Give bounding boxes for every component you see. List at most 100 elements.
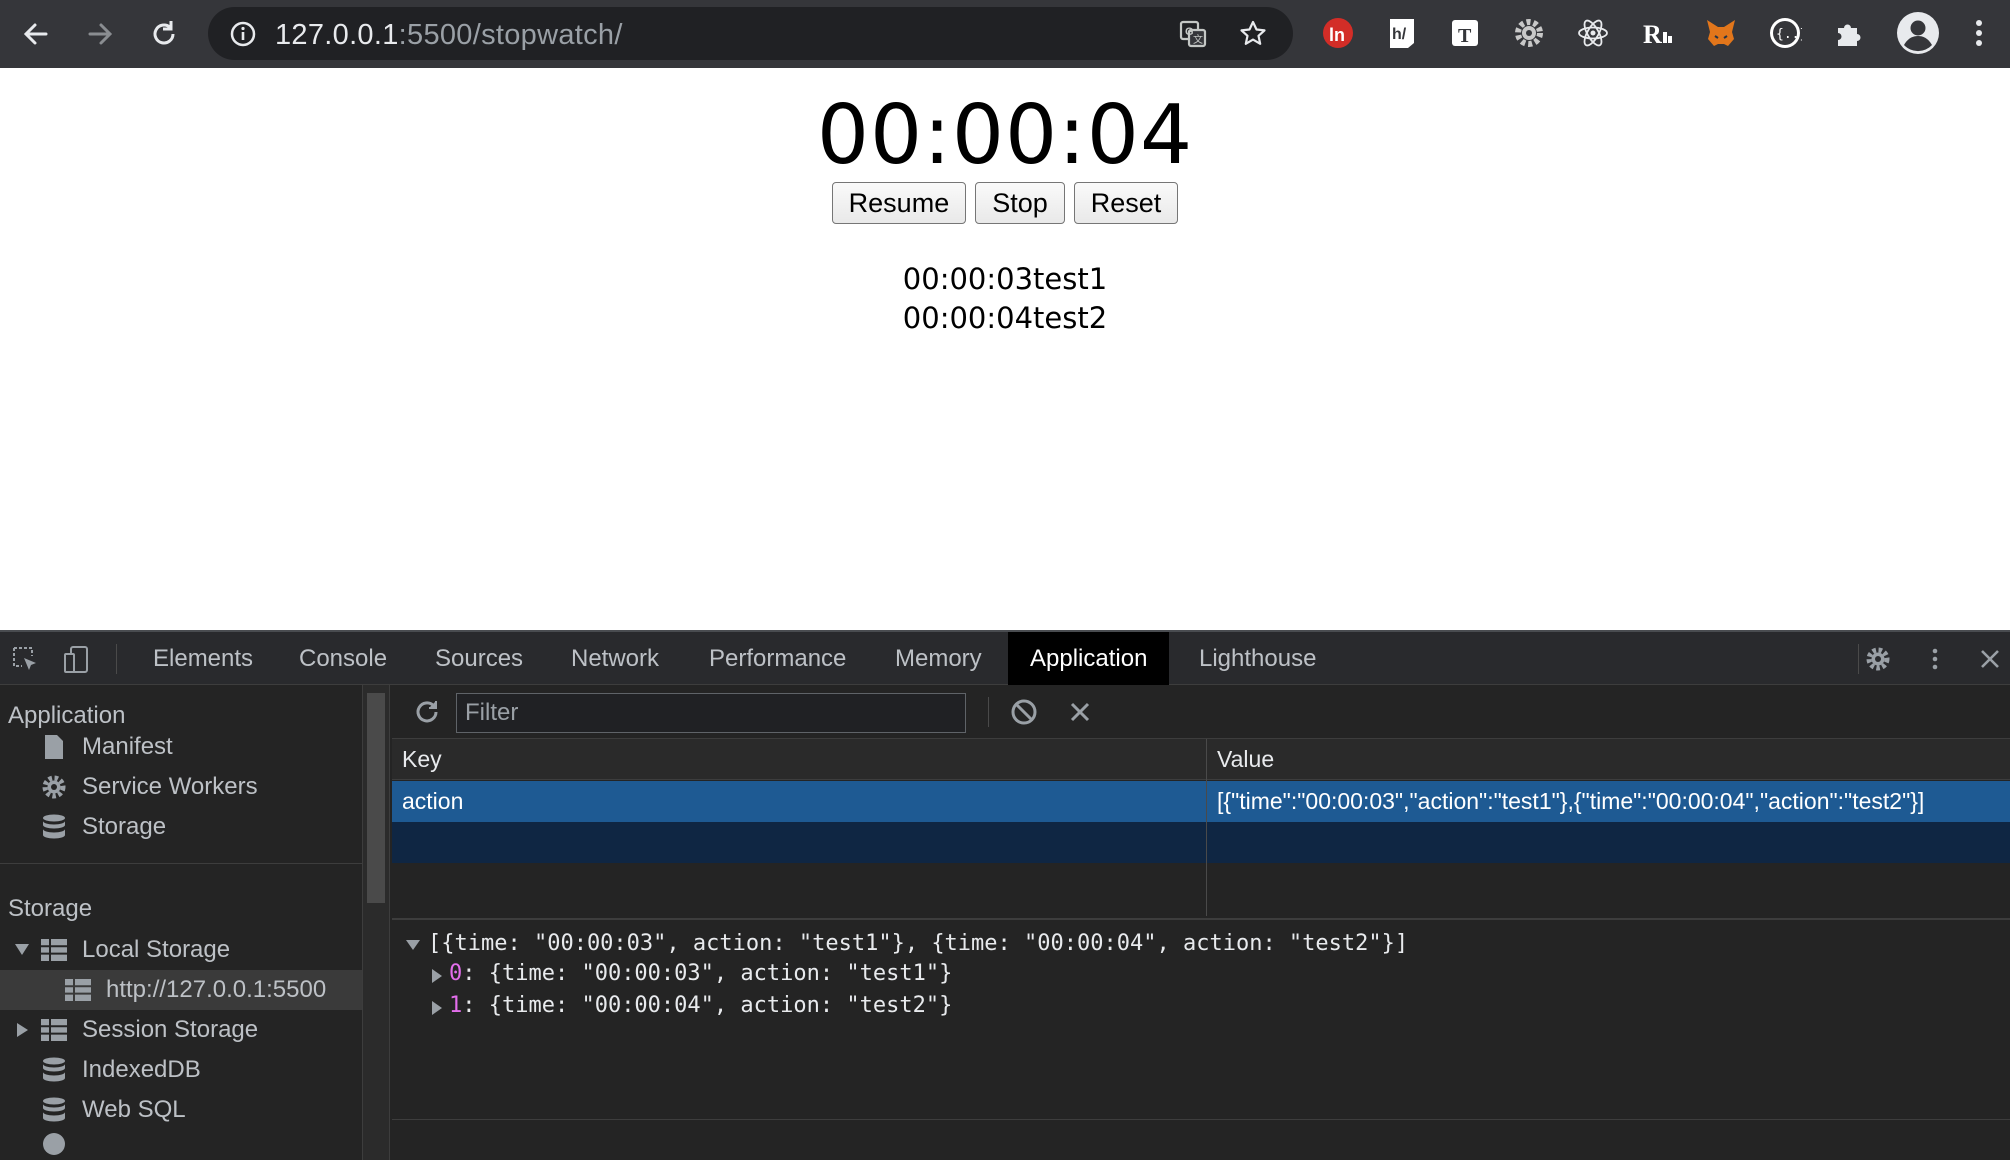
- preview-index: 1: [449, 993, 463, 1018]
- lastpass-icon: ln: [1323, 18, 1353, 48]
- sidebar-item-local-storage[interactable]: Local Storage: [0, 930, 362, 970]
- preview-item[interactable]: 0: {time: "00:00:03", action: "test1"}: [449, 961, 952, 986]
- table-row[interactable]: action [{"time":"00:00:03","action":"tes…: [392, 781, 2010, 822]
- extension-t-icon[interactable]: T: [1448, 16, 1482, 50]
- profile-button[interactable]: [1896, 11, 1940, 55]
- stop-button[interactable]: Stop: [975, 182, 1065, 224]
- table-row-empty[interactable]: [392, 822, 2010, 863]
- svg-text:ln: ln: [1329, 25, 1345, 45]
- extension-gear-icon[interactable]: [1512, 16, 1546, 50]
- clear-all-icon[interactable]: [1009, 697, 1039, 727]
- delete-selected-icon[interactable]: [1065, 697, 1095, 727]
- extension-metamask-icon[interactable]: [1704, 16, 1738, 50]
- extension-hw-icon[interactable]: h/: [1385, 16, 1419, 50]
- svg-text:T: T: [1458, 25, 1472, 47]
- application-sidebar: Application Manifest Service Workers Sto…: [0, 685, 362, 1160]
- device-toolbar-icon[interactable]: [62, 644, 92, 674]
- extension-json-icon[interactable]: {..}: [1768, 16, 1802, 50]
- sidebar-item-label: Storage: [82, 813, 167, 840]
- resume-button[interactable]: Resume: [831, 182, 967, 224]
- sidebar-item-manifest[interactable]: Manifest: [40, 727, 173, 767]
- extension-react-icon[interactable]: [1576, 16, 1610, 50]
- filter-input[interactable]: Filter: [456, 693, 966, 733]
- collapse-arrow-down-icon[interactable]: [406, 940, 420, 951]
- extension-lastpass-icon[interactable]: ln: [1321, 16, 1355, 50]
- tab-sources[interactable]: Sources: [413, 632, 545, 685]
- action-log: 00:00:03test1 00:00:04test2: [0, 260, 2010, 338]
- sidebar-item-session-storage[interactable]: Session Storage: [0, 1010, 362, 1050]
- reset-button[interactable]: Reset: [1073, 182, 1179, 224]
- sidebar-item-cut-off[interactable]: [40, 1130, 82, 1160]
- column-header-key[interactable]: Key: [392, 739, 1206, 780]
- row-value[interactable]: [{"time":"00:00:03","action":"test1"},{"…: [1207, 781, 2010, 822]
- sidebar-scrollbar[interactable]: [362, 685, 390, 1160]
- inspect-element-icon[interactable]: [10, 644, 40, 674]
- react-atom-icon: [1578, 19, 1608, 47]
- log-entry: 00:00:03test1: [902, 262, 1108, 296]
- info-icon[interactable]: [230, 21, 256, 47]
- svg-text:h/: h/: [1392, 26, 1407, 43]
- tab-performance[interactable]: Performance: [687, 632, 868, 685]
- row-key[interactable]: action: [392, 781, 1206, 822]
- forward-button[interactable]: [80, 14, 120, 54]
- cog-icon: [1515, 19, 1543, 47]
- close-devtools-icon[interactable]: [1975, 644, 2005, 674]
- storage-toolbar: Filter: [392, 685, 2010, 739]
- preview-index: 0: [449, 961, 463, 986]
- extensions-button[interactable]: [1832, 16, 1866, 50]
- scrollbar-thumb[interactable]: [367, 693, 385, 903]
- preview-summary[interactable]: [{time: "00:00:03", action: "test1"}, {t…: [428, 931, 1408, 956]
- column-header-value[interactable]: Value: [1207, 739, 2010, 780]
- browser-toolbar: 127.0.0.1:5500/stopwatch/ G文 ln h/ T R {…: [0, 0, 2010, 68]
- tab-elements[interactable]: Elements: [131, 632, 275, 685]
- tab-console[interactable]: Console: [277, 632, 409, 685]
- t-letter-icon: T: [1452, 20, 1478, 47]
- section-header-storage: Storage: [8, 895, 93, 922]
- sidebar-item-local-origin[interactable]: http://127.0.0.1:5500: [0, 970, 362, 1010]
- preview-item[interactable]: 1: {time: "00:00:04", action: "test2"}: [449, 993, 952, 1018]
- database-icon: [40, 1096, 68, 1124]
- gear-icon: [40, 773, 68, 801]
- sidebar-item-service-workers[interactable]: Service Workers: [40, 767, 258, 807]
- expand-arrow-right-icon[interactable]: [432, 969, 443, 983]
- chrome-menu-button[interactable]: [1962, 16, 1996, 50]
- sidebar-item-label: IndexedDB: [82, 1056, 201, 1083]
- tab-network[interactable]: Network: [549, 632, 681, 685]
- panel-divider: [392, 1119, 2010, 1120]
- url-path: :5500/stopwatch/: [398, 19, 623, 51]
- sidebar-item-storage[interactable]: Storage: [40, 807, 166, 847]
- expand-arrow-right-icon[interactable]: [432, 1001, 443, 1015]
- tab-application[interactable]: Application: [1008, 632, 1170, 685]
- back-button[interactable]: [16, 14, 56, 54]
- puzzle-icon: [1838, 24, 1861, 46]
- sidebar-item-label: Service Workers: [82, 773, 258, 800]
- reload-button[interactable]: [144, 14, 184, 54]
- redux-r-icon: R: [1643, 20, 1672, 49]
- translate-icon[interactable]: G文: [1178, 19, 1208, 49]
- settings-gear-icon[interactable]: [1863, 644, 1893, 674]
- url-text[interactable]: 127.0.0.1:5500/stopwatch/: [275, 19, 623, 52]
- expand-arrow-down-icon[interactable]: [15, 944, 29, 956]
- address-bar[interactable]: 127.0.0.1:5500/stopwatch/ G文: [208, 7, 1293, 60]
- tab-lighthouse[interactable]: Lighthouse: [1177, 632, 1338, 685]
- refresh-icon[interactable]: [412, 697, 442, 727]
- hw-icon: h/: [1390, 19, 1414, 48]
- devtools-tab-bar: Elements Console Sources Network Perform…: [0, 632, 2010, 685]
- toolbar-divider: [988, 697, 989, 727]
- sidebar-divider: [0, 863, 362, 864]
- control-buttons: Resume Stop Reset: [0, 182, 2010, 224]
- sidebar-item-indexeddb[interactable]: IndexedDB: [40, 1050, 201, 1090]
- svg-text:R: R: [1643, 20, 1662, 49]
- url-host: 127.0.0.1: [275, 19, 399, 51]
- sidebar-item-label: Web SQL: [82, 1096, 186, 1123]
- expand-arrow-right-icon[interactable]: [17, 1023, 29, 1037]
- extension-redux-icon[interactable]: R: [1640, 16, 1674, 50]
- arrow-left-icon: [23, 23, 48, 45]
- tab-memory[interactable]: Memory: [873, 632, 1004, 685]
- kebab-menu-icon: [1976, 20, 1982, 46]
- sidebar-item-websql[interactable]: Web SQL: [40, 1090, 186, 1130]
- star-icon[interactable]: [1238, 19, 1268, 49]
- stopwatch-page: 00:00:04 Resume Stop Reset 00:00:03test1…: [0, 68, 2010, 630]
- local-storage-panel: Filter Key Value action [{"time":"00:00:…: [392, 685, 2010, 1160]
- more-options-icon[interactable]: [1920, 644, 1950, 674]
